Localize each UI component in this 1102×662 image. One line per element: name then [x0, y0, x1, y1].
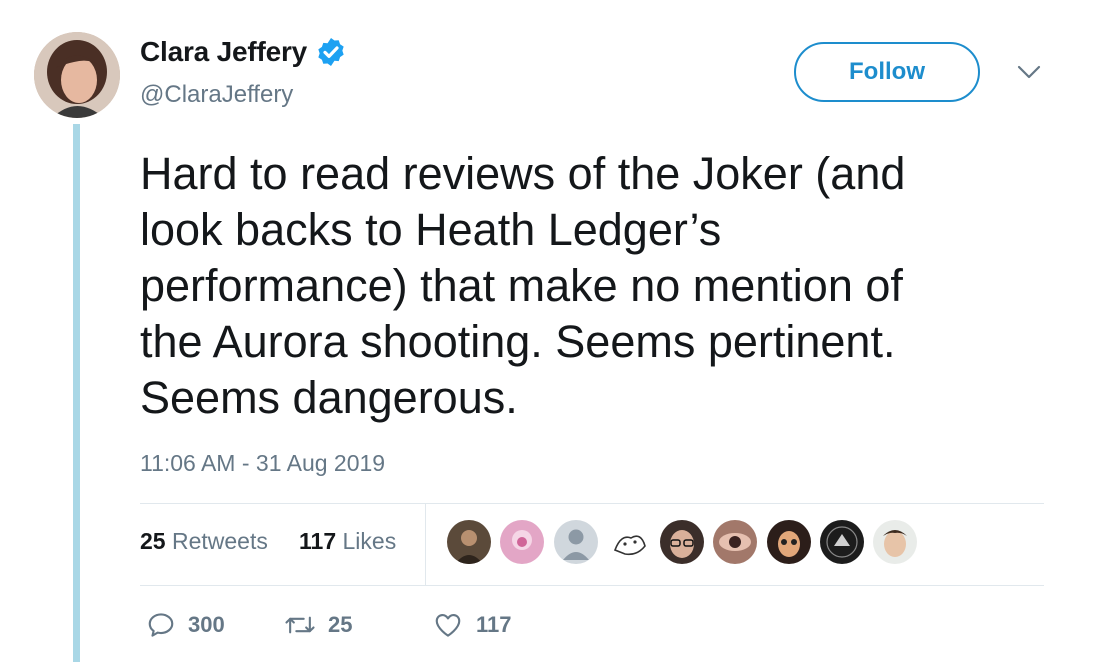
retweets-label: Retweets [171, 528, 268, 554]
tweet-text: Hard to read reviews of the Joker (and l… [140, 148, 906, 423]
author-handle[interactable]: @ClaraJeffery [140, 81, 293, 109]
thread-line [73, 124, 80, 662]
like-action[interactable]: 117 [432, 610, 512, 640]
liker-avatar[interactable] [606, 520, 651, 564]
liker-avatar[interactable] [713, 520, 758, 564]
liker-avatar[interactable] [447, 520, 491, 564]
retweets-stat[interactable]: 25 Retweets [140, 528, 268, 555]
divider [140, 503, 1044, 504]
liker-avatar[interactable] [873, 520, 918, 564]
author-name[interactable]: Clara Jeffery [140, 36, 307, 68]
divider [425, 503, 426, 585]
verified-badge-icon [318, 38, 344, 66]
like-count: 117 [476, 612, 512, 637]
liker-avatar[interactable] [500, 520, 545, 564]
liker-avatar[interactable] [766, 520, 811, 564]
retweet-icon [285, 616, 315, 634]
heart-icon [435, 613, 461, 637]
liker-avatar[interactable] [553, 520, 598, 564]
reply-count: 300 [188, 612, 225, 637]
likes-label: Likes [342, 528, 397, 554]
retweet-action[interactable]: 25 [284, 610, 352, 640]
chevron-down-icon[interactable] [1017, 64, 1041, 80]
retweets-count: 25 [140, 528, 166, 554]
tweet-timestamp[interactable]: 11:06 AM - 31 Aug 2019 [140, 450, 385, 477]
divider [140, 585, 1044, 586]
retweet-count: 25 [328, 612, 353, 637]
liker-avatars [447, 520, 927, 564]
likes-stat[interactable]: 117 Likes [299, 528, 396, 555]
follow-button[interactable]: Follow [794, 42, 980, 102]
reply-action[interactable]: 300 [146, 610, 225, 640]
liker-avatar[interactable] [660, 520, 705, 564]
liker-avatar[interactable] [820, 520, 865, 564]
reply-icon [148, 613, 174, 637]
avatar[interactable] [34, 32, 120, 118]
likes-count: 117 [299, 528, 337, 554]
